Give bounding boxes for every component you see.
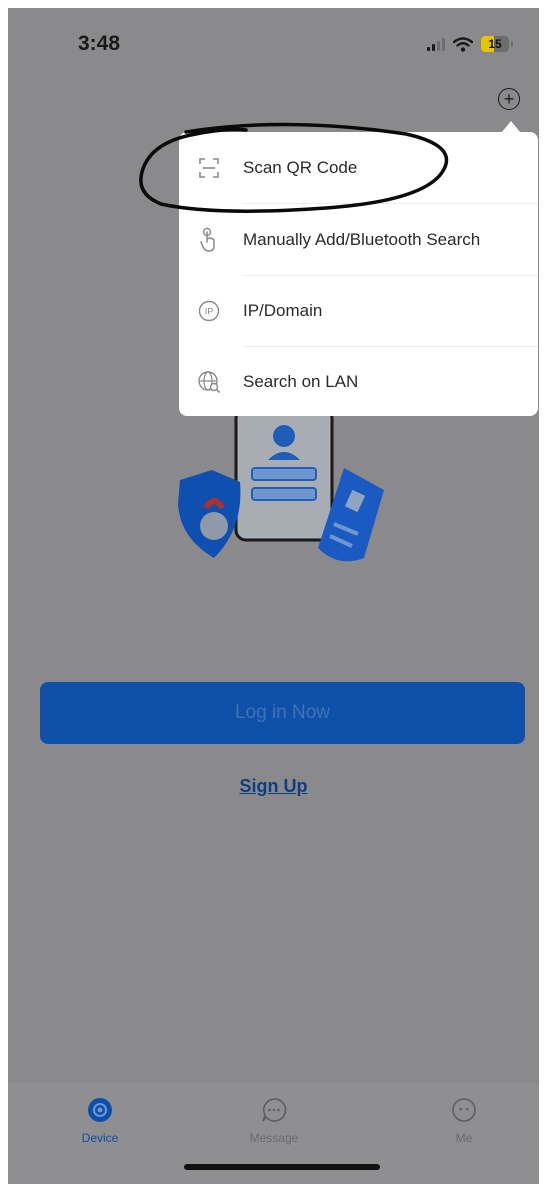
tab-me[interactable]: Me xyxy=(404,1097,524,1145)
menu-caret xyxy=(502,121,520,132)
tab-message[interactable]: Message xyxy=(214,1097,334,1145)
tab-device[interactable]: Device xyxy=(40,1097,160,1145)
home-indicator xyxy=(184,1164,380,1170)
status-time: 3:48 xyxy=(78,32,121,55)
globe-search-icon xyxy=(197,370,221,394)
menu-item-label: Manually Add/Bluetooth Search xyxy=(243,229,481,249)
tab-label: Device xyxy=(81,1131,119,1145)
menu-item-label: IP/Domain xyxy=(243,300,323,320)
message-icon xyxy=(261,1097,287,1123)
add-device-button[interactable]: + xyxy=(498,88,520,110)
me-icon xyxy=(451,1097,477,1123)
login-illustration xyxy=(178,408,384,562)
ip-icon: IP xyxy=(197,299,221,323)
wifi-icon xyxy=(453,36,473,52)
hand-tap-icon xyxy=(197,227,221,252)
app-screen: 3:48 15 + Scan QR Code Manually Add/Blue… xyxy=(8,8,539,1184)
status-icons: 15 xyxy=(427,34,513,54)
battery-icon: 15 xyxy=(481,36,509,52)
hand-drawn-circle xyxy=(139,122,449,213)
menu-item-label: Search on LAN xyxy=(243,371,359,391)
signup-link[interactable]: Sign Up xyxy=(8,776,539,797)
device-icon xyxy=(87,1097,113,1123)
plus-icon: + xyxy=(503,89,515,109)
tab-label: Me xyxy=(455,1131,473,1145)
menu-item-ip-domain[interactable]: IP IP/Domain xyxy=(179,275,538,346)
svg-text:IP: IP xyxy=(205,306,214,316)
battery-level: 15 xyxy=(488,37,502,51)
login-button[interactable]: Log in Now xyxy=(40,682,525,744)
tab-label: Message xyxy=(249,1131,299,1145)
cellular-signal-icon xyxy=(427,37,445,51)
menu-item-search-lan[interactable]: Search on LAN xyxy=(179,346,538,417)
